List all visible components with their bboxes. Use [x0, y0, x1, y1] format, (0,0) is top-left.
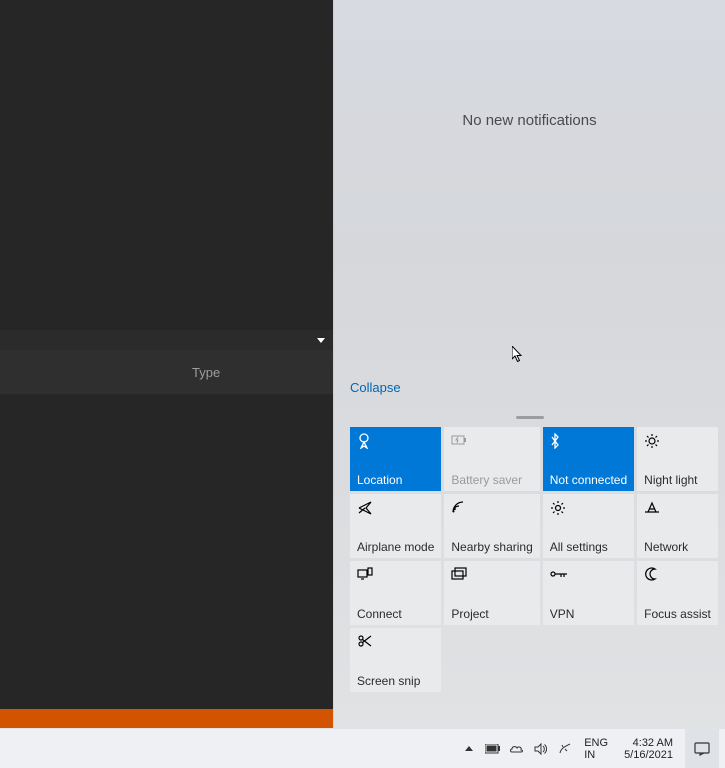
action-center-panel: No new notifications Collapse Location Ba…	[333, 0, 725, 728]
quick-action-tile-not-connected[interactable]: Not connected	[543, 427, 634, 491]
clock-time: 4:32 AM	[624, 737, 673, 749]
tray-battery-icon[interactable]	[484, 740, 502, 758]
background-app-status-bar	[0, 709, 333, 729]
screen-snip-icon	[357, 634, 434, 650]
taskbar: ENG IN 4:32 AM 5/16/2021	[0, 728, 725, 768]
system-tray: ENG IN 4:32 AM 5/16/2021	[460, 729, 725, 768]
tile-label: Network	[644, 540, 711, 554]
dropdown-triangle-icon[interactable]	[317, 338, 325, 343]
language-indicator[interactable]: ENG IN	[584, 737, 608, 761]
quick-action-tile-project[interactable]: Project	[444, 561, 539, 625]
background-app-top-panel	[0, 0, 333, 330]
tray-overflow-button[interactable]	[460, 740, 478, 758]
background-app: Type	[0, 0, 333, 729]
tile-label: All settings	[550, 540, 627, 554]
no-notifications-text: No new notifications	[334, 112, 725, 129]
mouse-cursor	[512, 346, 526, 364]
tile-label: Project	[451, 607, 532, 621]
tile-label: Nearby sharing	[451, 540, 532, 554]
settings-icon	[550, 500, 627, 516]
collapse-link[interactable]: Collapse	[350, 380, 401, 395]
quick-action-tile-connect[interactable]: Connect	[350, 561, 441, 625]
tray-misc-icon[interactable]	[556, 740, 574, 758]
language-code: ENG	[584, 737, 608, 749]
background-app-columns: Type	[0, 350, 333, 394]
tile-label: Focus assist	[644, 607, 711, 621]
airplane-icon	[357, 500, 434, 516]
keyboard-layout: IN	[584, 749, 608, 761]
night-light-icon	[644, 433, 711, 449]
action-center-button[interactable]	[685, 729, 719, 768]
quick-action-tile-focus-assist[interactable]: Focus assist	[637, 561, 718, 625]
quick-action-tile-nearby-sharing[interactable]: Nearby sharing	[444, 494, 539, 558]
tile-label: Screen snip	[357, 674, 434, 688]
chevron-up-icon	[465, 746, 473, 751]
notifications-area: No new notifications	[334, 0, 725, 380]
battery-icon	[451, 433, 532, 449]
connect-icon	[357, 567, 434, 583]
quick-action-tile-vpn[interactable]: VPN	[543, 561, 634, 625]
background-app-splitter[interactable]	[0, 330, 333, 350]
tile-label: Connect	[357, 607, 434, 621]
focus-assist-icon	[644, 567, 711, 583]
quick-actions-grip[interactable]	[350, 416, 709, 419]
quick-action-tile-network[interactable]: Network	[637, 494, 718, 558]
vpn-icon	[550, 567, 627, 583]
tile-label: Not connected	[550, 473, 627, 487]
tile-label: Airplane mode	[357, 540, 434, 554]
tile-label: Night light	[644, 473, 711, 487]
quick-action-tile-screen-snip[interactable]: Screen snip	[350, 628, 441, 692]
notification-icon	[694, 742, 710, 756]
bluetooth-icon	[550, 433, 627, 449]
nearby-sharing-icon	[451, 500, 532, 516]
network-icon	[644, 500, 711, 516]
tile-label: VPN	[550, 607, 627, 621]
tile-label: Battery saver	[451, 473, 532, 487]
quick-action-tile-battery-saver[interactable]: Battery saver	[444, 427, 539, 491]
quick-action-tile-night-light[interactable]: Night light	[637, 427, 718, 491]
clock[interactable]: 4:32 AM 5/16/2021	[624, 737, 673, 761]
tray-onedrive-icon[interactable]	[508, 740, 526, 758]
column-header-type[interactable]: Type	[192, 365, 220, 380]
tile-label: Location	[357, 473, 434, 487]
quick-action-tile-all-settings[interactable]: All settings	[543, 494, 634, 558]
clock-date: 5/16/2021	[624, 749, 673, 761]
location-icon	[357, 433, 434, 449]
quick-action-tile-location[interactable]: Location	[350, 427, 441, 491]
background-app-body	[0, 394, 333, 704]
project-icon	[451, 567, 532, 583]
quick-action-tiles: Location Battery saver Not connected Night …	[350, 427, 709, 692]
tray-volume-icon[interactable]	[532, 740, 550, 758]
quick-action-tile-airplane-mode[interactable]: Airplane mode	[350, 494, 441, 558]
